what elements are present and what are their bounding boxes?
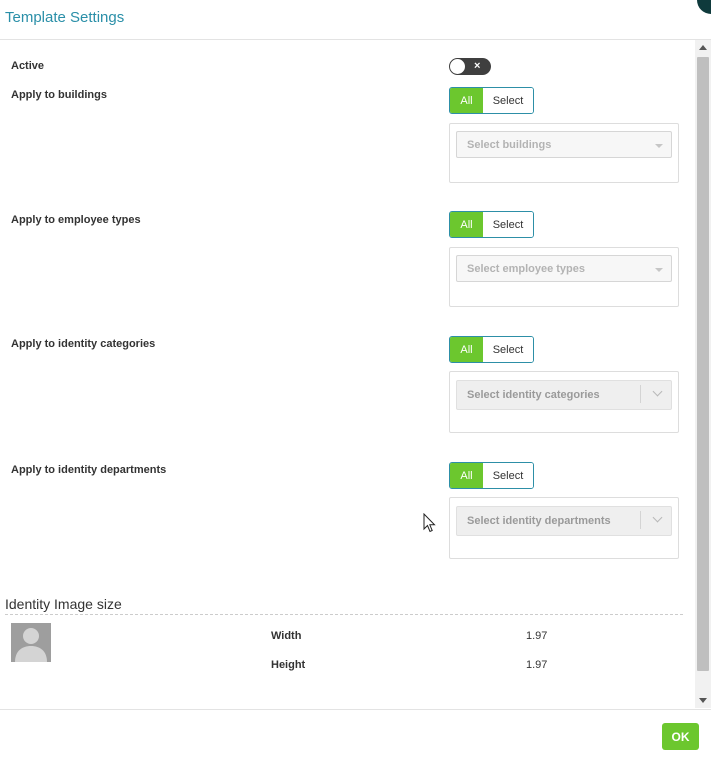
identity-categories-all-button[interactable]: All	[450, 337, 483, 362]
identity-departments-dropdown[interactable]: Select identity departments	[456, 506, 672, 536]
buildings-label: Apply to buildings	[11, 89, 107, 101]
buildings-scope-toggle: All Select	[449, 87, 534, 114]
height-label: Height	[271, 659, 306, 671]
scrollbar-thumb[interactable]	[697, 57, 709, 671]
employee-types-all-button[interactable]: All	[450, 212, 483, 237]
section-divider	[5, 614, 683, 615]
identity-departments-placeholder: Select identity departments	[467, 515, 611, 527]
dialog-footer: OK	[0, 709, 711, 758]
buildings-all-button[interactable]: All	[450, 88, 483, 113]
dropdown-separator	[640, 511, 641, 529]
employee-types-select-button[interactable]: Select	[483, 212, 533, 237]
buildings-select-button[interactable]: Select	[483, 88, 533, 113]
employee-types-panel: Select employee types	[449, 247, 679, 307]
buildings-placeholder: Select buildings	[467, 139, 552, 151]
dialog-title: Template Settings	[5, 9, 125, 26]
width-label: Width	[271, 630, 302, 642]
identity-categories-scope-toggle: All Select	[449, 336, 534, 363]
vertical-scrollbar[interactable]	[695, 40, 711, 708]
chevron-down-icon	[652, 386, 663, 397]
identity-departments-scope-toggle: All Select	[449, 462, 534, 489]
identity-categories-select-button[interactable]: Select	[483, 337, 533, 362]
active-label: Active	[11, 60, 45, 72]
height-value: 1.97	[526, 659, 548, 671]
employee-types-scope-toggle: All Select	[449, 211, 534, 238]
identity-categories-label: Apply to identity categories	[11, 338, 156, 350]
width-value: 1.97	[526, 630, 548, 642]
dropdown-separator	[640, 385, 641, 403]
person-placeholder-icon	[11, 623, 51, 662]
scroll-up-icon[interactable]	[699, 45, 707, 50]
employee-types-placeholder: Select employee types	[467, 263, 586, 275]
ok-button[interactable]: OK	[662, 723, 699, 750]
scroll-down-icon[interactable]	[699, 698, 707, 703]
mouse-pointer-icon	[423, 513, 436, 533]
chevron-down-icon	[652, 512, 663, 523]
toggle-knob	[450, 59, 465, 74]
dialog-header: Template Settings	[0, 0, 711, 40]
active-toggle[interactable]: ×	[449, 58, 491, 75]
caret-down-icon	[655, 268, 663, 272]
caret-down-icon	[655, 144, 663, 148]
identity-departments-panel: Select identity departments	[449, 497, 679, 559]
buildings-dropdown[interactable]: Select buildings	[456, 131, 672, 158]
identity-departments-select-button[interactable]: Select	[483, 463, 533, 488]
employee-types-dropdown[interactable]: Select employee types	[456, 255, 672, 282]
identity-categories-dropdown[interactable]: Select identity categories	[456, 380, 672, 410]
template-settings-dialog: Template Settings Active × Apply to buil…	[0, 0, 711, 757]
image-size-section-title: Identity Image size	[5, 596, 122, 612]
identity-categories-placeholder: Select identity categories	[467, 389, 600, 401]
employee-types-label: Apply to employee types	[11, 214, 141, 226]
toggle-off-icon: ×	[474, 60, 481, 72]
identity-categories-panel: Select identity categories	[449, 371, 679, 433]
dialog-body: Active × Apply to buildings All Select S…	[0, 40, 695, 708]
identity-departments-all-button[interactable]: All	[450, 463, 483, 488]
buildings-panel: Select buildings	[449, 123, 679, 183]
identity-departments-label: Apply to identity departments	[11, 464, 167, 476]
